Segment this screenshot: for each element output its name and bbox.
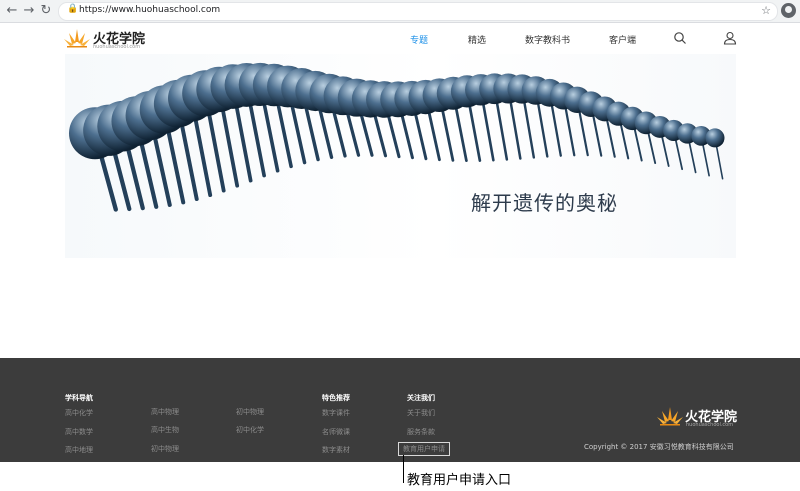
footer-link[interactable]: 初中物理 (236, 407, 264, 417)
banner-title: 解开遗传的奥秘 (471, 191, 618, 215)
reload-icon[interactable]: ↻ (38, 3, 54, 19)
footer-link[interactable]: 数字素材 (322, 445, 350, 455)
nav-client[interactable]: 客户端 (609, 33, 636, 46)
footer-link[interactable]: 数字课件 (322, 408, 350, 418)
back-icon[interactable]: ← (4, 3, 20, 19)
browser-toolbar: ← → ↻ 🔒 https://www.huohuaschool.com ☆ (0, 0, 800, 23)
url-text[interactable]: https://www.huohuaschool.com (79, 5, 220, 15)
footer-link[interactable]: 高中地理 (65, 445, 93, 455)
nav-digital-textbook[interactable]: 数字教科书 (525, 33, 570, 46)
copyright-text: Copyright © 2017 安徽习悦教育科技有限公司 (584, 443, 734, 451)
footer-heading-subjects: 学科导航 (65, 394, 93, 402)
bookmark-star-icon[interactable]: ☆ (761, 4, 771, 17)
footer-link[interactable]: 高中数学 (65, 427, 93, 437)
footer-link[interactable]: 初中物理 (151, 444, 179, 454)
search-icon[interactable] (673, 31, 687, 45)
footer-link[interactable]: 高中生物 (151, 425, 179, 435)
footer-link[interactable]: 名师微课 (322, 427, 350, 437)
nav-topics[interactable]: 专题 (410, 33, 428, 46)
nav-featured[interactable]: 精选 (468, 33, 486, 46)
dna-helix-image (69, 62, 725, 212)
hero-banner[interactable]: 解开遗传的奥秘 (65, 54, 736, 258)
flame-logo-icon (64, 29, 90, 48)
footer-brand-domain: huohuaschool.com (686, 422, 734, 428)
lock-icon: 🔒 (67, 4, 79, 14)
profile-icon[interactable] (781, 3, 796, 18)
site-footer: 学科导航 高中化学 高中数学 高中地理 高中物理 高中生物 初中物理 初中物理 … (0, 358, 800, 462)
callout-pointer-line (403, 455, 404, 483)
forward-icon[interactable]: → (21, 3, 37, 19)
footer-heading-follow: 关注我们 (407, 394, 435, 402)
footer-link-about[interactable]: 关于我们 (407, 408, 435, 418)
user-icon[interactable] (723, 31, 737, 45)
footer-link[interactable]: 高中物理 (151, 407, 179, 417)
site-header: 火花学院 huohuaschool.com 专题 精选 数字教科书 客户端 (0, 23, 800, 54)
flame-logo-icon (657, 407, 683, 426)
address-bar[interactable]: 🔒 https://www.huohuaschool.com ☆ (58, 2, 778, 21)
footer-link[interactable]: 初中化学 (236, 425, 264, 435)
brand-domain: huohuaschool.com (93, 44, 141, 50)
footer-link[interactable]: 高中化学 (65, 408, 93, 418)
footer-heading-featured: 特色推荐 (322, 394, 350, 402)
footer-link-terms[interactable]: 服务条款 (407, 427, 435, 437)
edu-user-apply-link[interactable]: 教育用户申请 (398, 442, 450, 456)
callout-label: 教育用户申请入口 (407, 473, 512, 488)
